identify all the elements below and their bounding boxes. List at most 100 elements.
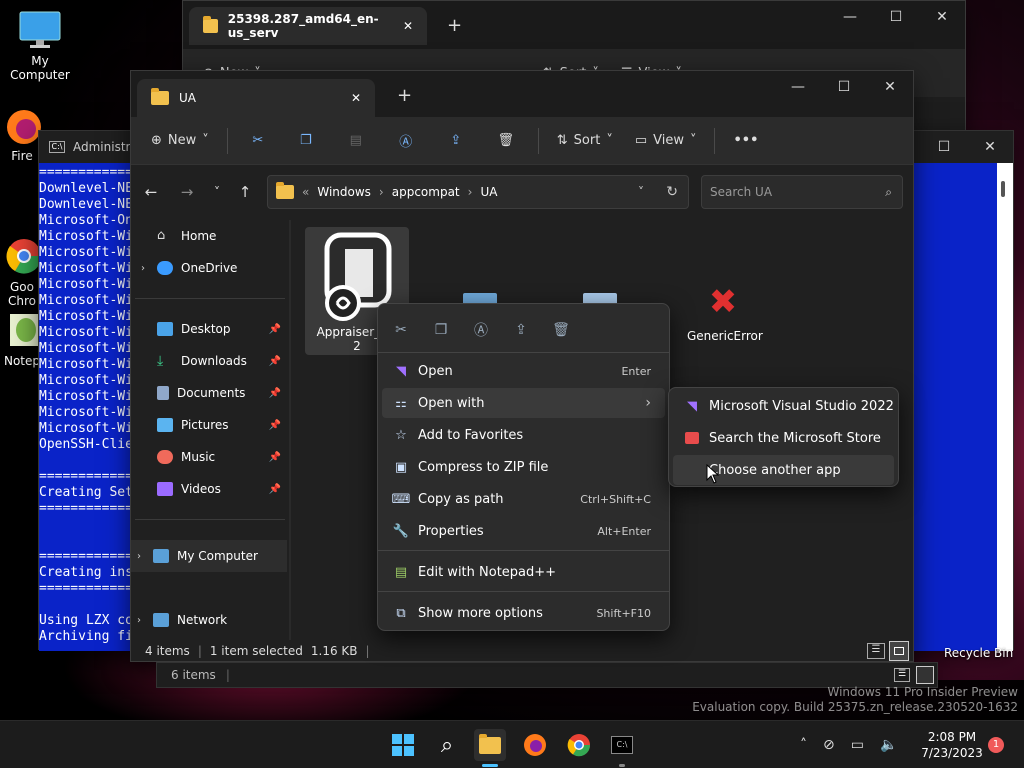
chevron-right-icon[interactable]: › (141, 263, 145, 274)
taskbar-file-explorer[interactable] (474, 729, 506, 767)
close-icon[interactable]: ✕ (967, 131, 1013, 163)
desktop-icon-my-computer[interactable]: My Computer (0, 10, 80, 82)
pin-icon[interactable]: 📌 (269, 356, 281, 367)
paste-icon[interactable]: ▤ (332, 125, 380, 157)
submenu-item-store[interactable]: Search the Microsoft Store (673, 423, 894, 453)
search-placeholder: Search UA (710, 185, 773, 199)
sidebar-item-my-computer[interactable]: › My Computer (131, 540, 287, 572)
new-button[interactable]: ⊕ New ˅ (141, 125, 219, 157)
share-icon[interactable]: ⇪ (432, 125, 480, 157)
maximize-icon[interactable]: ☐ (873, 1, 919, 33)
menu-item-open-with[interactable]: ⚏ Open with › (382, 388, 665, 418)
tab-ua[interactable]: UA ✕ (137, 79, 375, 117)
pin-icon[interactable]: 📌 (269, 388, 281, 399)
sidebar-item-home[interactable]: ⌂ Home (135, 220, 285, 252)
cut-icon[interactable]: ✂ (236, 125, 280, 157)
display-icon[interactable]: ▭ (851, 737, 864, 753)
minimize-icon[interactable]: — (775, 71, 821, 103)
back-tab[interactable]: 25398.287_amd64_en-us_serv ✕ (189, 7, 427, 45)
close-icon[interactable]: ✕ (403, 19, 413, 33)
close-icon[interactable]: ✕ (919, 1, 965, 33)
chevron-right-icon[interactable]: › (137, 615, 141, 626)
menu-item-edit-notepad[interactable]: ▤ Edit with Notepad++ (382, 557, 665, 587)
sidebar-item-music[interactable]: Music 📌 (135, 441, 285, 473)
sidebar: ⌂ Home › OneDrive Desktop 📌 ⤓ Downloads 📌 Doc… (135, 220, 285, 521)
cut-icon[interactable]: ✂ (389, 318, 413, 342)
maximize-icon[interactable]: ☐ (921, 131, 967, 163)
pin-icon[interactable]: 📌 (269, 420, 281, 431)
scrollbar[interactable] (997, 163, 1013, 651)
clock[interactable]: 2:08 PM 7/23/2023 (920, 729, 984, 761)
taskbar-firefox[interactable] (519, 729, 551, 761)
pin-icon[interactable]: 📌 (269, 324, 281, 335)
details-view-icon[interactable]: ☰ (867, 643, 885, 659)
sidebar-item-label: Downloads (181, 354, 247, 368)
tiles-view-icon[interactable] (916, 666, 934, 684)
more-options-icon[interactable]: ••• (723, 125, 768, 157)
share-icon[interactable]: ⇪ (509, 318, 533, 342)
sidebar-item-documents[interactable]: Documents 📌 (135, 377, 285, 409)
folder-icon (203, 16, 218, 33)
close-icon[interactable]: ✕ (351, 91, 361, 105)
chevron-down-icon: ˅ (606, 133, 613, 148)
chevron-down-icon[interactable]: ˅ (203, 178, 231, 206)
breadcrumb-windows[interactable]: Windows (317, 185, 371, 199)
sort-label: Sort (573, 133, 601, 148)
picture-icon (157, 418, 173, 432)
tiles-view-icon[interactable] (889, 641, 909, 661)
menu-item-properties[interactable]: 🔧 Properties Alt+Enter (382, 516, 665, 546)
start-button[interactable] (387, 729, 419, 761)
volume-icon[interactable]: 🔈 (880, 737, 897, 753)
sidebar-item-onedrive[interactable]: › OneDrive (135, 252, 285, 284)
sidebar-item-desktop[interactable]: Desktop 📌 (135, 313, 285, 345)
menu-item-open[interactable]: ◥ Open Enter (382, 356, 665, 386)
menu-item-copy-path[interactable]: ⌨ Copy as path Ctrl+Shift+C (382, 484, 665, 514)
network-off-icon[interactable]: ⊘ (823, 737, 835, 753)
rename-icon[interactable]: Ⓐ (382, 125, 430, 157)
details-view-icon[interactable]: ☰ (894, 668, 910, 682)
copy-icon[interactable]: ❐ (282, 125, 330, 157)
pin-icon[interactable]: 📌 (269, 452, 281, 463)
chevron-right-icon[interactable]: › (137, 551, 141, 562)
maximize-icon[interactable]: ☐ (821, 71, 867, 103)
refresh-icon[interactable]: ↻ (666, 184, 678, 200)
rename-icon[interactable]: Ⓐ (469, 318, 493, 342)
wrench-icon: 🔧 (392, 523, 410, 539)
sidebar-item-pictures[interactable]: Pictures 📌 (135, 409, 285, 441)
breadcrumb-appcompat[interactable]: appcompat (392, 185, 460, 199)
overflow-icon[interactable]: « (302, 185, 309, 199)
new-tab-icon[interactable]: + (447, 15, 462, 36)
taskbar-terminal[interactable]: C:\ (606, 729, 638, 767)
menu-item-add-favorites[interactable]: ☆ Add to Favorites (382, 420, 665, 450)
submenu-item-visual-studio[interactable]: ◥ Microsoft Visual Studio 2022 (673, 391, 894, 421)
sort-button[interactable]: ⇅ Sort ˅ (547, 125, 623, 157)
forward-arrow-icon[interactable]: → (173, 178, 201, 206)
search-icon[interactable]: ⌕ (431, 729, 463, 761)
close-icon[interactable]: ✕ (867, 71, 913, 103)
menu-item-compress-zip[interactable]: ▣ Compress to ZIP file (382, 452, 665, 482)
minimize-icon[interactable]: — (827, 1, 873, 33)
sidebar-item-videos[interactable]: Videos 📌 (135, 473, 285, 505)
pin-icon[interactable]: 📌 (269, 484, 281, 495)
copy-icon[interactable]: ❐ (429, 318, 453, 342)
back-arrow-icon[interactable]: ← (137, 178, 165, 206)
sidebar-item-network[interactable]: › Network (131, 604, 287, 636)
breadcrumb-ua[interactable]: UA (480, 185, 497, 199)
delete-icon[interactable]: 🗑 (482, 125, 530, 157)
menu-item-show-more[interactable]: ⧉ Show more options Shift+F10 (382, 598, 665, 628)
notification-badge[interactable]: 1 (988, 737, 1004, 753)
delete-icon[interactable]: 🗑 (549, 318, 573, 342)
sidebar-item-downloads[interactable]: ⤓ Downloads 📌 (135, 345, 285, 377)
view-button[interactable]: ▭ View ˅ (625, 125, 707, 157)
up-arrow-icon[interactable]: ↑ (231, 178, 259, 206)
desktop-icon-recycle-bin[interactable]: Recycle Bin (944, 646, 1013, 660)
file-item[interactable]: ✖ GenericError (687, 285, 763, 343)
search-box[interactable]: Search UA ⌕ (701, 175, 903, 209)
chevron-down-icon[interactable]: ˅ (638, 185, 644, 199)
address-bar[interactable]: « Windows › appcompat › UA ˅ ↻ (267, 175, 689, 209)
pane-divider[interactable] (289, 220, 291, 640)
chevron-right-icon: › (378, 185, 384, 199)
new-tab-icon[interactable]: + (397, 85, 412, 106)
chevron-up-icon[interactable]: ˄ (800, 737, 807, 753)
taskbar-chrome[interactable] (563, 729, 595, 761)
